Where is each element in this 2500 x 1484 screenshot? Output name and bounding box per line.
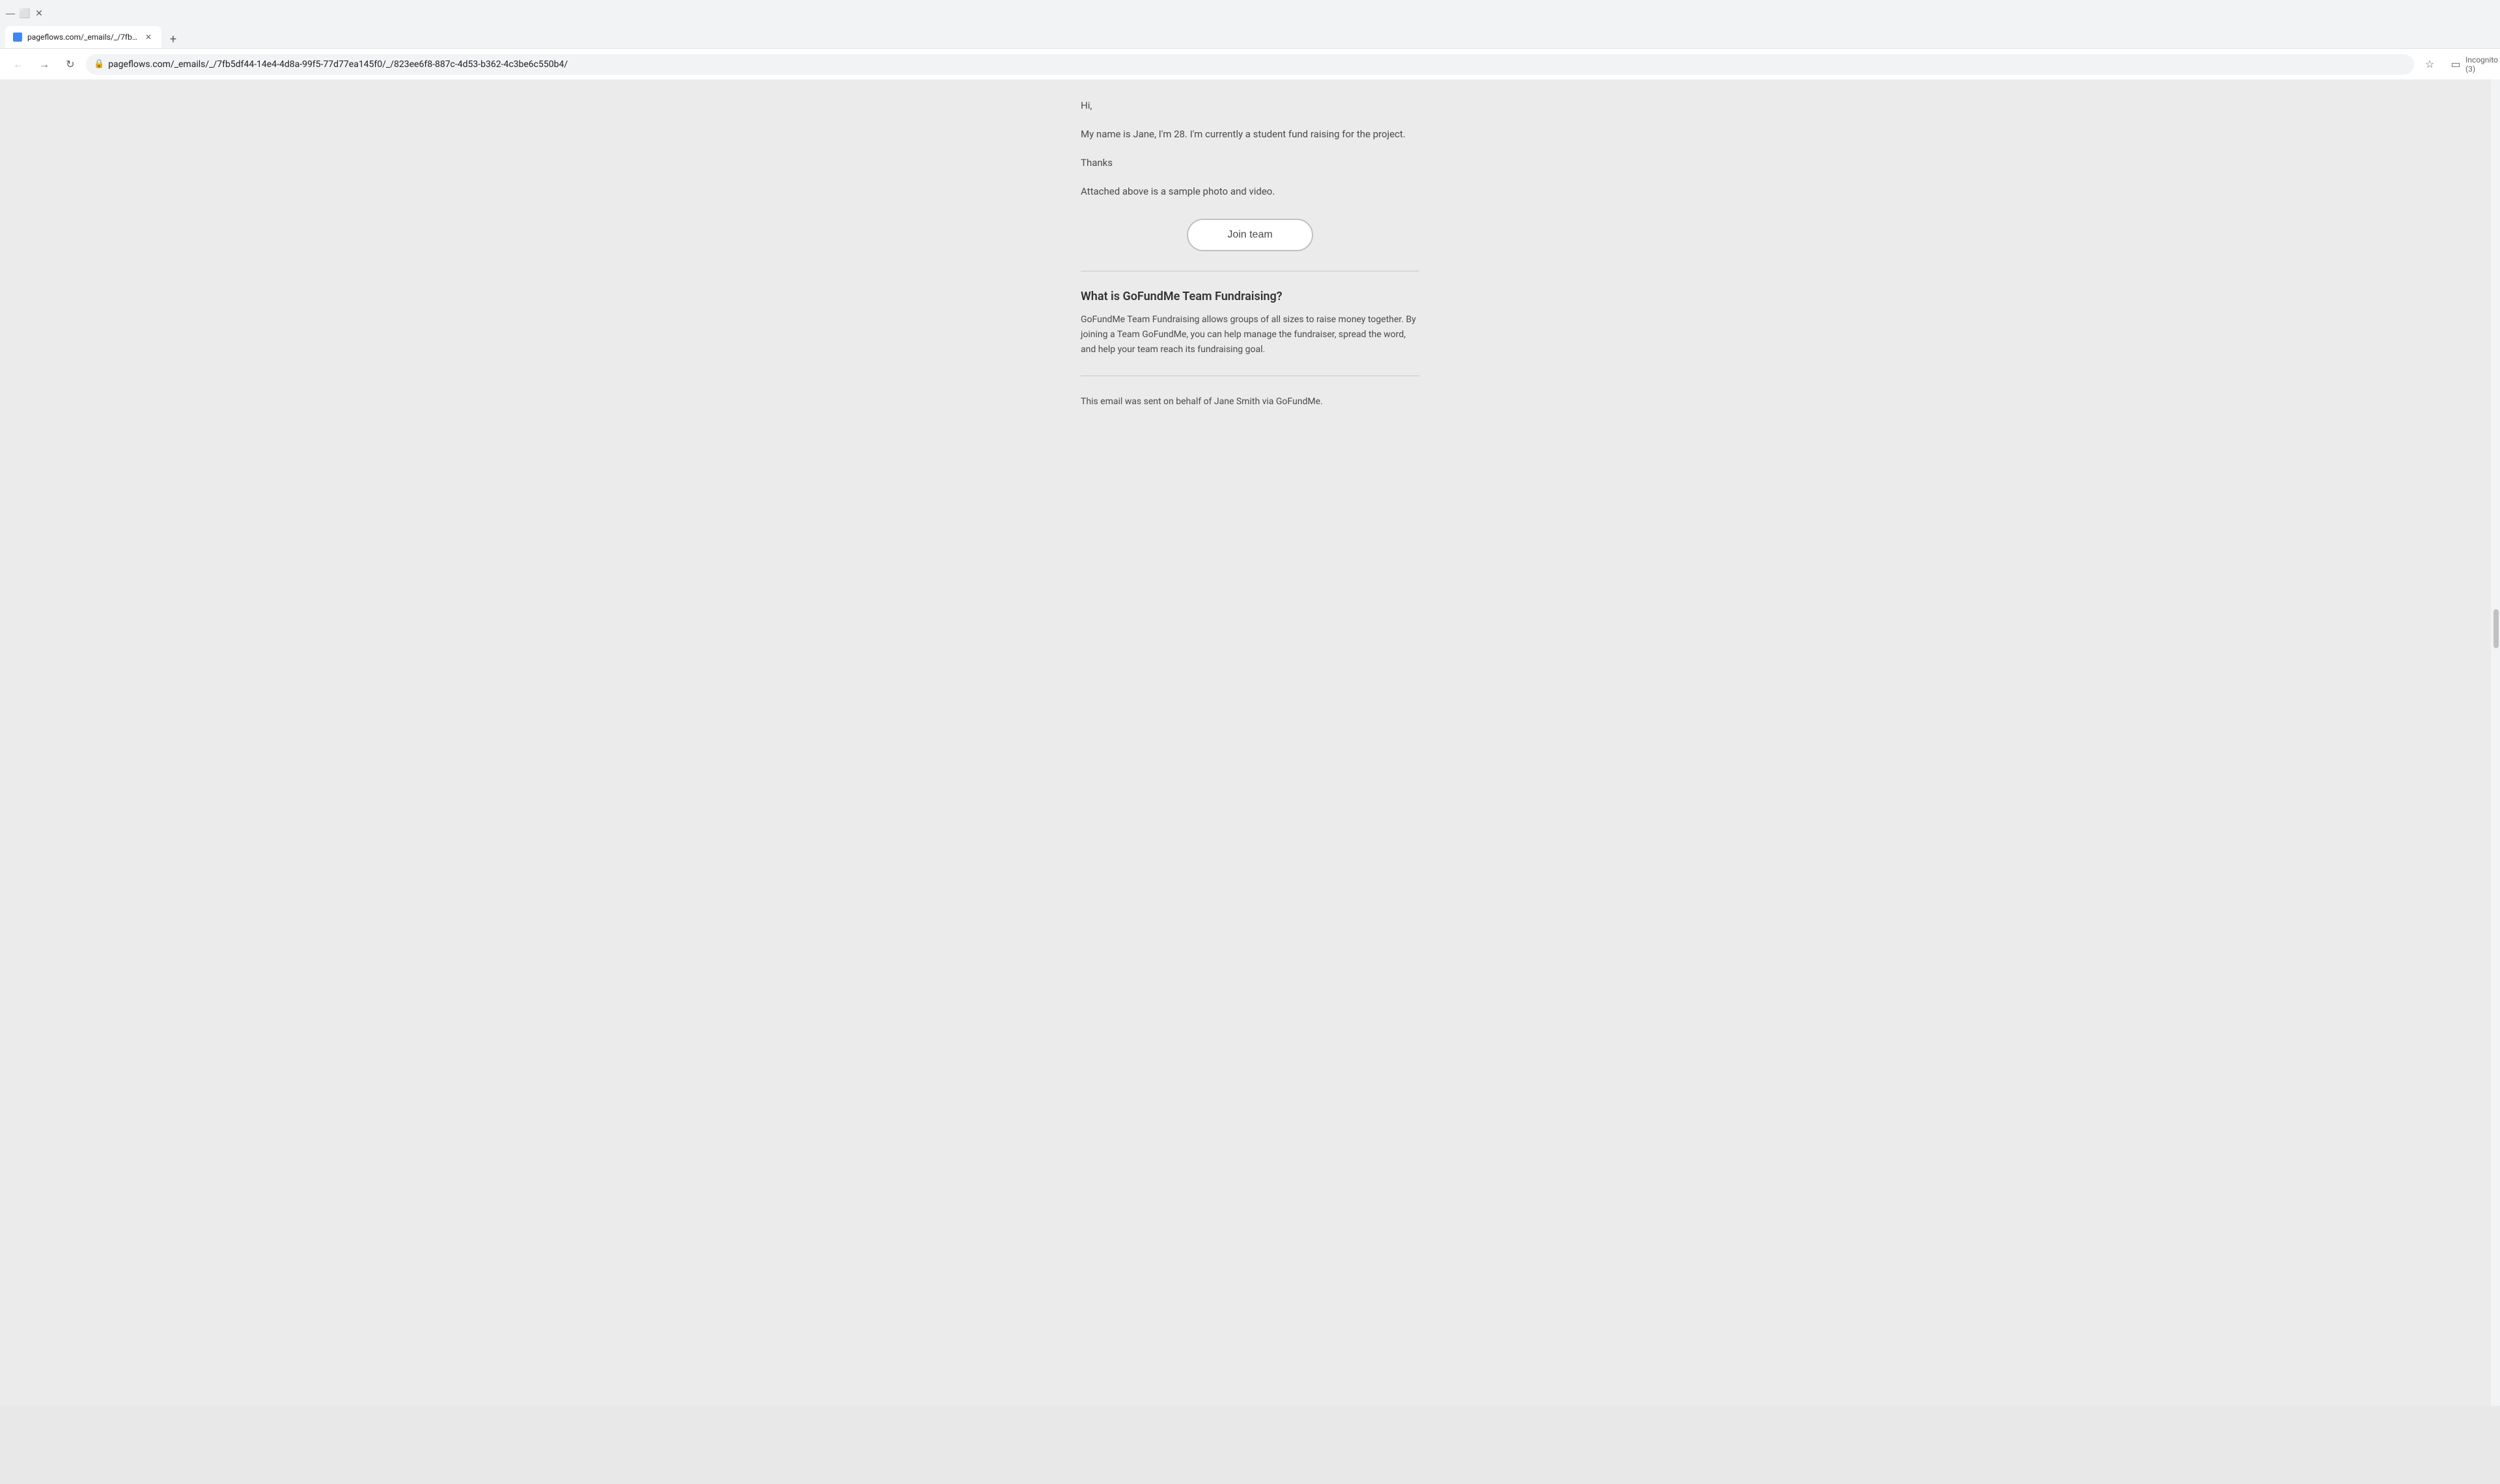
scrollbar[interactable] (2491, 78, 2500, 1406)
email-greeting: Hi, (1081, 98, 1419, 113)
join-button-wrapper: Join team (1081, 219, 1419, 251)
lock-icon: 🔒 (94, 59, 104, 69)
email-intro: My name is Jane, I'm 28. I'm currently a… (1081, 126, 1419, 142)
address-bar[interactable]: 🔒 pageflows.com/_emails/_/7fb5df44-14e4-… (86, 54, 2414, 75)
close-button[interactable]: ✕ (34, 8, 44, 18)
active-tab[interactable]: pageflows.com/_emails/_/7fb5... ✕ (5, 26, 161, 48)
email-container: Hi, My name is Jane, I'm 28. I'm current… (1081, 98, 1419, 1367)
browser-chrome: — ⬜ ✕ pageflows.com/_emails/_/7fb5... ✕ … (0, 0, 2500, 79)
bookmark-button[interactable]: ☆ (2419, 54, 2440, 75)
section-body: GoFundMe Team Fundraising allows groups … (1081, 312, 1419, 357)
address-text: pageflows.com/_emails/_/7fb5df44-14e4-4d… (108, 59, 2406, 70)
title-bar: — ⬜ ✕ (0, 0, 2500, 26)
sidebar-button[interactable]: ▭ (2445, 54, 2466, 75)
tab-close-button[interactable]: ✕ (143, 32, 154, 42)
section-title: What is GoFundMe Team Fundraising? (1081, 290, 1419, 303)
forward-button[interactable]: → (34, 54, 55, 75)
email-thanks: Thanks (1081, 155, 1419, 171)
back-button[interactable]: ← (8, 54, 29, 75)
email-attachment-note: Attached above is a sample photo and vid… (1081, 184, 1419, 199)
tab-favicon (13, 33, 22, 42)
page-content: Hi, My name is Jane, I'm 28. I'm current… (0, 78, 2500, 1406)
profile-label: Incognito (3) (2465, 55, 2498, 74)
footer-text: This email was sent on behalf of Jane Sm… (1081, 394, 1419, 409)
window-controls: — ⬜ ✕ (5, 8, 44, 18)
tab-bar: pageflows.com/_emails/_/7fb5... ✕ + (0, 26, 2500, 48)
email-body: Hi, My name is Jane, I'm 28. I'm current… (1081, 98, 1419, 199)
tab-title: pageflows.com/_emails/_/7fb5... (27, 33, 138, 42)
gofundme-section: What is GoFundMe Team Fundraising? GoFun… (1081, 290, 1419, 357)
profile-button[interactable]: Incognito (3) (2471, 54, 2492, 75)
join-team-button[interactable]: Join team (1187, 219, 1312, 251)
scrollbar-thumb[interactable] (2493, 609, 2499, 648)
minimize-button[interactable]: — (5, 8, 16, 18)
reload-button[interactable]: ↻ (60, 54, 81, 75)
new-tab-button[interactable]: + (164, 30, 182, 48)
omnibox-bar: ← → ↻ 🔒 pageflows.com/_emails/_/7fb5df44… (0, 48, 2500, 79)
maximize-button[interactable]: ⬜ (20, 8, 30, 18)
